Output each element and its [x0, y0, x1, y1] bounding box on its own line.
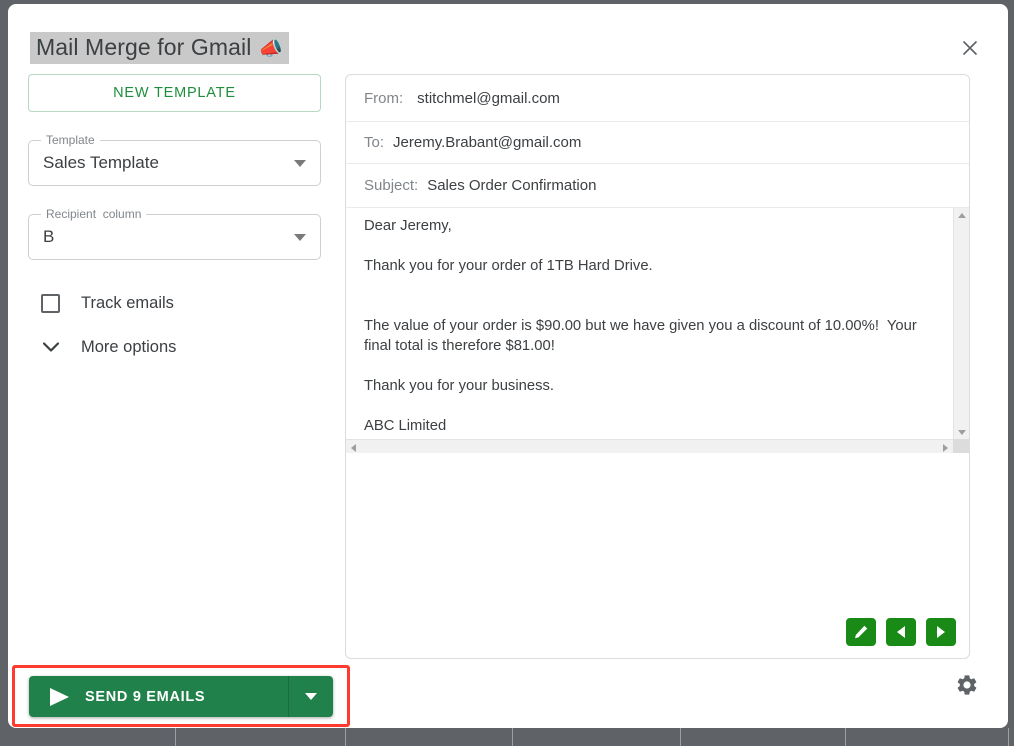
scroll-down-arrow-icon[interactable]: [958, 430, 966, 435]
template-select[interactable]: Template Sales Template: [28, 140, 321, 186]
column-divider: [845, 728, 846, 746]
column-divider: [512, 728, 513, 746]
previous-triangle-icon: [897, 626, 905, 638]
to-label: To:: [364, 134, 384, 151]
settings-button[interactable]: [954, 672, 980, 698]
preview-to-row: To: Jeremy.Brabant@gmail.com: [346, 122, 969, 164]
body-vertical-scrollbar[interactable]: [953, 208, 969, 440]
chevron-down-icon: [294, 234, 306, 241]
scroll-up-arrow-icon[interactable]: [958, 213, 966, 218]
title-container: Mail Merge for Gmail 📣: [30, 32, 289, 62]
scroll-right-arrow-icon[interactable]: [943, 444, 948, 452]
email-preview-panel: From: stitchmel@gmail.com To: Jeremy.Bra…: [345, 74, 970, 659]
gear-icon: [955, 673, 979, 697]
from-label: From:: [364, 90, 403, 107]
page-title: Mail Merge for Gmail 📣: [30, 32, 289, 64]
more-options-row[interactable]: More options: [28, 337, 330, 357]
chevron-down-icon: [41, 337, 61, 357]
send-emails-button[interactable]: SEND 9 EMAILS: [29, 676, 288, 717]
megaphone-icon: 📣: [258, 38, 283, 60]
chevron-down-icon: [305, 693, 317, 700]
track-emails-row[interactable]: Track emails: [28, 294, 330, 313]
mail-merge-dialog: Mail Merge for Gmail 📣 NEW TEMPLATE Temp…: [8, 4, 1008, 728]
sidebar: NEW TEMPLATE Template Sales Template Rec…: [28, 74, 330, 357]
track-emails-checkbox[interactable]: [41, 294, 60, 313]
email-body-area: Dear Jeremy, Thank you for your order of…: [346, 208, 969, 453]
recipient-column-select-value: B: [43, 215, 54, 259]
new-template-button[interactable]: NEW TEMPLATE: [28, 74, 321, 112]
email-body-text: Dear Jeremy, Thank you for your order of…: [364, 216, 939, 436]
close-icon: [961, 39, 979, 57]
template-select-value: Sales Template: [43, 141, 159, 185]
chevron-down-icon: [294, 160, 306, 167]
scroll-left-arrow-icon[interactable]: [351, 444, 356, 452]
column-divider: [680, 728, 681, 746]
send-options-dropdown-button[interactable]: [288, 676, 333, 717]
column-divider: [1008, 728, 1009, 746]
edit-template-button[interactable]: [846, 618, 876, 646]
to-value: Jeremy.Brabant@gmail.com: [393, 134, 581, 151]
subject-label: Subject:: [364, 177, 418, 194]
more-options-label: More options: [81, 338, 176, 357]
scrollbar-corner: [953, 439, 969, 453]
recipient-column-select-label: Recipient column: [41, 207, 146, 221]
close-button[interactable]: [954, 32, 986, 64]
preview-from-row: From: stitchmel@gmail.com: [346, 75, 969, 122]
send-button-group: SEND 9 EMAILS: [29, 676, 333, 717]
send-arrow-icon: [50, 688, 69, 706]
next-triangle-icon: [937, 626, 945, 638]
preview-subject-row: Subject: Sales Order Confirmation: [346, 164, 969, 208]
track-emails-label: Track emails: [81, 294, 174, 313]
pencil-icon: [853, 624, 869, 640]
preview-action-buttons: [846, 618, 956, 646]
next-email-button[interactable]: [926, 618, 956, 646]
send-emails-label: SEND 9 EMAILS: [85, 689, 205, 705]
spreadsheet-background-strip: [0, 728, 1014, 746]
column-divider: [175, 728, 176, 746]
from-value: stitchmel@gmail.com: [417, 90, 560, 107]
recipient-column-select[interactable]: Recipient column B: [28, 214, 321, 260]
page-title-text: Mail Merge for Gmail: [36, 34, 251, 60]
subject-value: Sales Order Confirmation: [427, 177, 596, 194]
column-divider: [345, 728, 346, 746]
body-horizontal-scrollbar[interactable]: [346, 439, 953, 453]
previous-email-button[interactable]: [886, 618, 916, 646]
